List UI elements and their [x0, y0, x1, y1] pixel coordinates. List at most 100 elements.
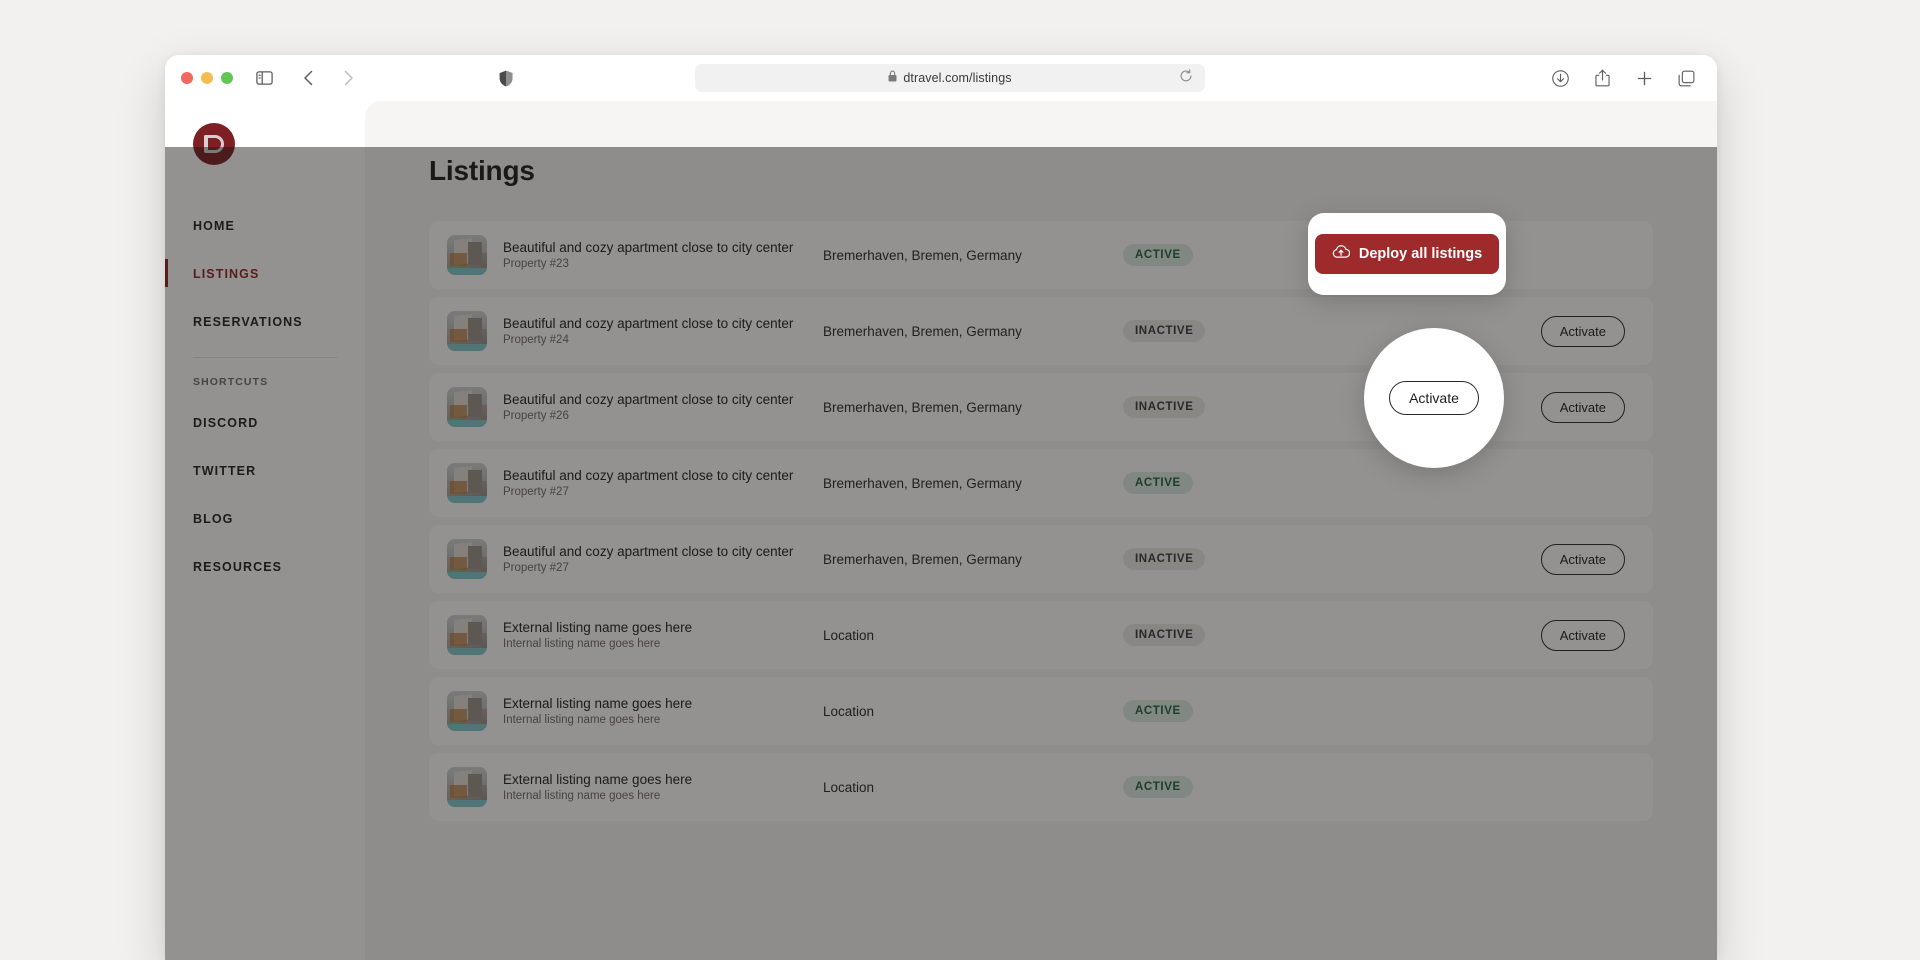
deploy-all-listings-button-highlighted[interactable]: Deploy all listings	[1314, 234, 1500, 274]
listing-title: Beautiful and cozy apartment close to ci…	[503, 239, 794, 255]
listing-title: External listing name goes here	[503, 695, 693, 711]
traffic-lights	[181, 72, 233, 84]
sidebar-item-home[interactable]: HOME	[165, 207, 365, 245]
url-text: dtravel.com/listings	[903, 71, 1012, 85]
sidebar-item-discord[interactable]: DISCORD	[165, 404, 365, 442]
deploy-button-label: Deploy all listings	[1358, 246, 1483, 262]
sidebar-item-label: TWITTER	[193, 464, 257, 478]
listing-subtitle: Property #26	[503, 410, 569, 423]
browser-window: dtravel.com/listings HOME LISTINGS RESER…	[165, 55, 1717, 960]
sidebar-divider	[193, 357, 337, 358]
sidebar-item-label: RESERVATIONS	[193, 315, 303, 329]
listing-action-cell	[1587, 473, 1625, 494]
sidebar: HOME LISTINGS RESERVATIONS SHORTCUTS DIS…	[165, 101, 365, 960]
status-badge: ACTIVE	[1123, 244, 1193, 266]
brand-logo-icon[interactable]	[193, 123, 235, 165]
listing-location: Location	[823, 703, 875, 719]
share-icon[interactable]	[1589, 65, 1615, 91]
listing-location: Bremerhaven, Bremen, Germany	[823, 399, 1022, 415]
page-title: Listings	[429, 155, 535, 186]
listing-title: Beautiful and cozy apartment close to ci…	[503, 391, 794, 407]
listing-names: Beautiful and cozy apartment close to ci…	[503, 468, 803, 499]
listing-thumbnail	[447, 387, 487, 427]
listing-subtitle: Internal listing name goes here	[503, 790, 661, 803]
listing-thumbnail	[447, 235, 487, 275]
listing-thumbnail	[447, 615, 487, 655]
listing-status-cell: ACTIVE	[1123, 776, 1343, 798]
status-badge: ACTIVE	[1123, 472, 1193, 494]
listing-status-cell: INACTIVE	[1123, 396, 1343, 418]
activate-button[interactable]: Activate	[1540, 315, 1625, 347]
forward-arrow-icon[interactable]	[335, 65, 361, 91]
sidebar-item-reservations[interactable]: RESERVATIONS	[165, 303, 365, 341]
toolbar-right-controls	[1547, 65, 1703, 91]
table-row[interactable]: Beautiful and cozy apartment close to ci…	[429, 449, 1653, 517]
sidebar-item-label: DISCORD	[193, 416, 259, 430]
content-header: Listings Deploy all listings	[429, 151, 1653, 191]
address-bar[interactable]: dtravel.com/listings	[695, 64, 1205, 92]
tab-overview-icon[interactable]	[1673, 65, 1699, 91]
listing-subtitle: Property #24	[503, 334, 569, 347]
status-badge: INACTIVE	[1123, 624, 1206, 646]
listing-subtitle: Internal listing name goes here	[503, 638, 661, 651]
sidebar-item-twitter[interactable]: TWITTER	[165, 452, 365, 490]
cloud-upload-icon	[1332, 245, 1351, 263]
sidebar-toggle-icon[interactable]	[251, 65, 277, 91]
listing-subtitle: Property #27	[503, 486, 569, 499]
listing-action-cell	[1587, 245, 1625, 266]
table-row[interactable]: External listing name goes here Internal …	[429, 601, 1653, 669]
listing-names: Beautiful and cozy apartment close to ci…	[503, 544, 803, 575]
activate-button-highlighted[interactable]: Activate	[1389, 381, 1479, 415]
reload-icon[interactable]	[1179, 69, 1197, 87]
listing-names: Beautiful and cozy apartment close to ci…	[503, 316, 803, 347]
listings-table: Beautiful and cozy apartment close to ci…	[429, 221, 1653, 821]
listing-action-cell	[1587, 701, 1625, 722]
sidebar-item-listings[interactable]: LISTINGS	[165, 255, 365, 293]
spotlight-deploy-all-listings: Deploy all listings	[1308, 213, 1506, 295]
status-badge: INACTIVE	[1123, 320, 1206, 342]
listing-status-cell: INACTIVE	[1123, 548, 1343, 570]
status-badge: ACTIVE	[1123, 700, 1193, 722]
listing-location: Bremerhaven, Bremen, Germany	[823, 551, 1022, 567]
listing-subtitle: Internal listing name goes here	[503, 714, 661, 727]
listing-title: External listing name goes here	[503, 619, 693, 635]
activate-button[interactable]: Activate	[1540, 543, 1625, 575]
back-arrow-icon[interactable]	[295, 65, 321, 91]
status-badge: ACTIVE	[1123, 776, 1193, 798]
listing-thumbnail	[447, 311, 487, 351]
close-button[interactable]	[181, 72, 193, 84]
listing-names: Beautiful and cozy apartment close to ci…	[503, 392, 803, 423]
listing-title: Beautiful and cozy apartment close to ci…	[503, 315, 794, 331]
listing-thumbnail	[447, 463, 487, 503]
sidebar-item-label: LISTINGS	[193, 267, 260, 281]
listing-location: Bremerhaven, Bremen, Germany	[823, 323, 1022, 339]
listing-status-cell: ACTIVE	[1123, 472, 1343, 494]
listing-thumbnail	[447, 691, 487, 731]
sidebar-item-label: HOME	[193, 219, 235, 233]
activate-button[interactable]: Activate	[1540, 619, 1625, 651]
listing-location: Bremerhaven, Bremen, Germany	[823, 475, 1022, 491]
zoom-button[interactable]	[221, 72, 233, 84]
table-row[interactable]: External listing name goes here Internal …	[429, 753, 1653, 821]
listing-status-cell: INACTIVE	[1123, 624, 1343, 646]
table-row[interactable]: Beautiful and cozy apartment close to ci…	[429, 525, 1653, 593]
sidebar-item-resources[interactable]: RESOURCES	[165, 548, 365, 586]
privacy-shield-icon[interactable]	[493, 65, 519, 91]
status-badge: INACTIVE	[1123, 548, 1206, 570]
minimize-button[interactable]	[201, 72, 213, 84]
sidebar-item-label: RESOURCES	[193, 560, 283, 574]
listing-status-cell: ACTIVE	[1123, 700, 1343, 722]
listing-names: Beautiful and cozy apartment close to ci…	[503, 240, 803, 271]
downloads-icon[interactable]	[1547, 65, 1573, 91]
main-content: Listings Deploy all listings Beautiful a…	[365, 101, 1717, 960]
spotlight-activate-button: Activate	[1364, 328, 1504, 468]
listing-subtitle: Property #23	[503, 258, 569, 271]
sidebar-item-blog[interactable]: BLOG	[165, 500, 365, 538]
table-row[interactable]: External listing name goes here Internal …	[429, 677, 1653, 745]
listing-thumbnail	[447, 767, 487, 807]
listing-action-cell: Activate	[1540, 543, 1625, 575]
listing-action-cell: Activate	[1540, 619, 1625, 651]
activate-button[interactable]: Activate	[1540, 391, 1625, 423]
plus-icon[interactable]	[1631, 65, 1657, 91]
shortcuts-heading: SHORTCUTS	[193, 376, 269, 388]
